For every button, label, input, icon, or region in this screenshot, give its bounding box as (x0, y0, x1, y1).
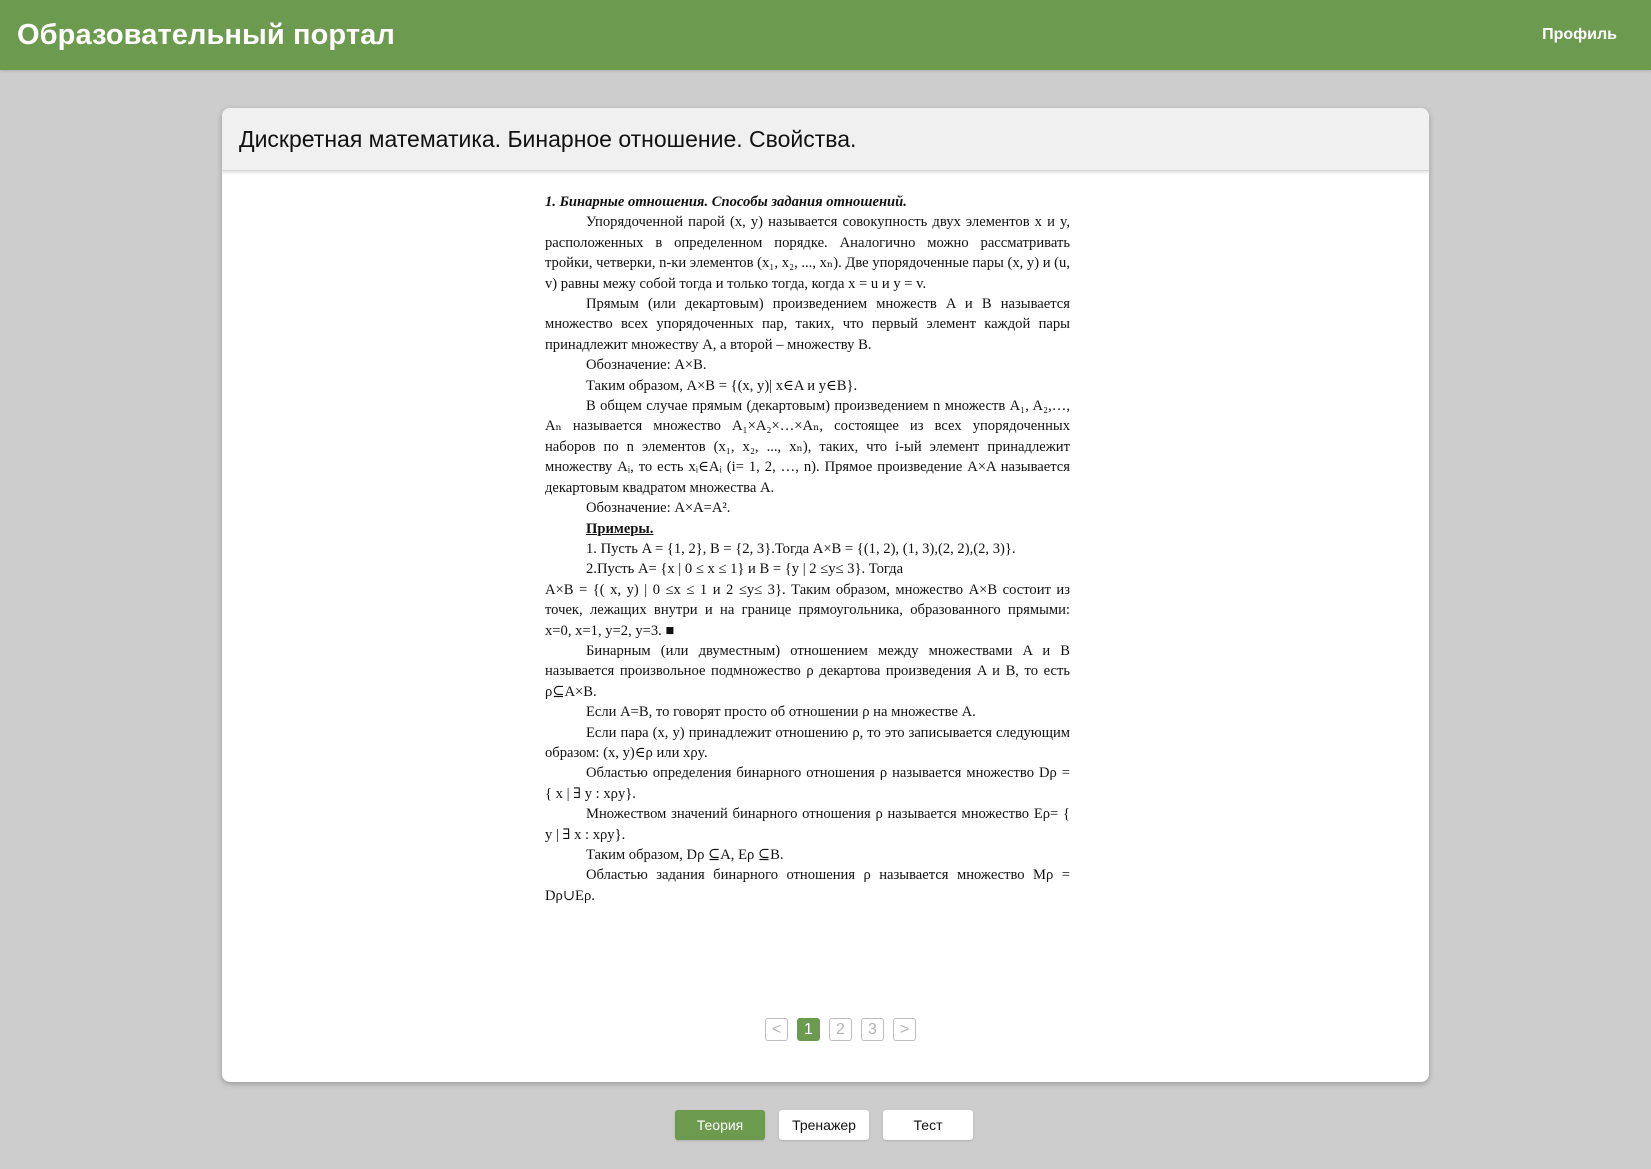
lesson-card: Дискретная математика. Бинарное отношени… (222, 108, 1429, 1082)
doc-paragraph: Множеством значений бинарного отношения … (545, 806, 1070, 843)
pagination: < 1 2 3 > (222, 1018, 1429, 1041)
page-1-button[interactable]: 1 (797, 1018, 820, 1041)
prev-page-button[interactable]: < (765, 1018, 788, 1041)
tab-theory[interactable]: Теория (675, 1110, 765, 1140)
doc-notation: Обозначение: A×A=A². (586, 500, 731, 517)
tab-trainer[interactable]: Тренажер (779, 1110, 869, 1140)
doc-paragraph: Областью задания бинарного отношения ρ н… (545, 867, 1070, 904)
section-tabs: Теория Тренажер Тест (675, 1110, 973, 1140)
page-3-button[interactable]: 3 (861, 1018, 884, 1041)
doc-paragraph: Если пара (x, y) принадлежит отношению ρ… (545, 724, 1070, 761)
document-heading: 1. Бинарные отношения. Способы задания о… (545, 194, 907, 210)
doc-paragraph: Бинарным (или двуместным) отношением меж… (545, 642, 1070, 700)
doc-paragraph: Таким образом, Dρ ⊆A, Eρ ⊆B. (586, 847, 784, 863)
doc-notation: Обозначение: A×B. (586, 357, 707, 374)
top-navigation-bar: Образовательный портал Профиль (0, 0, 1651, 70)
doc-paragraph: Упорядоченной парой (x, y) называется со… (545, 214, 1070, 292)
next-page-button[interactable]: > (893, 1018, 916, 1041)
doc-paragraph: Прямым (или декартовым) произведением мн… (545, 296, 1070, 353)
lesson-header: Дискретная математика. Бинарное отношени… (222, 108, 1429, 171)
doc-paragraph: В общем случае прямым (декартовым) произ… (545, 398, 1070, 496)
lesson-title: Дискретная математика. Бинарное отношени… (239, 125, 857, 152)
page-2-button[interactable]: 2 (829, 1018, 852, 1041)
doc-examples-heading: Примеры. (586, 520, 654, 537)
doc-paragraph: 1. Пусть A = {1, 2}, B = {2, 3}.Тогда A×… (586, 540, 1016, 557)
doc-paragraph: A×B = {( x, y) | 0 ≤x ≤ 1 и 2 ≤y≤ 3}. Та… (545, 581, 1070, 639)
doc-paragraph: Если A=B, то говорят просто об отношении… (586, 704, 976, 721)
doc-paragraph: Областью определения бинарного отношения… (545, 765, 1070, 802)
doc-paragraph: 2.Пусть A= {x | 0 ≤ x ≤ 1} и B = {y | 2 … (586, 561, 904, 578)
tab-test[interactable]: Тест (883, 1110, 973, 1140)
theory-document-page: 1. Бинарные отношения. Способы задания о… (545, 192, 1070, 906)
portal-title: Образовательный портал (17, 18, 395, 51)
doc-paragraph: Таким образом, A×B = {(x, y)| x∈A и y∈B}… (586, 377, 858, 394)
profile-link[interactable]: Профиль (1542, 26, 1617, 44)
